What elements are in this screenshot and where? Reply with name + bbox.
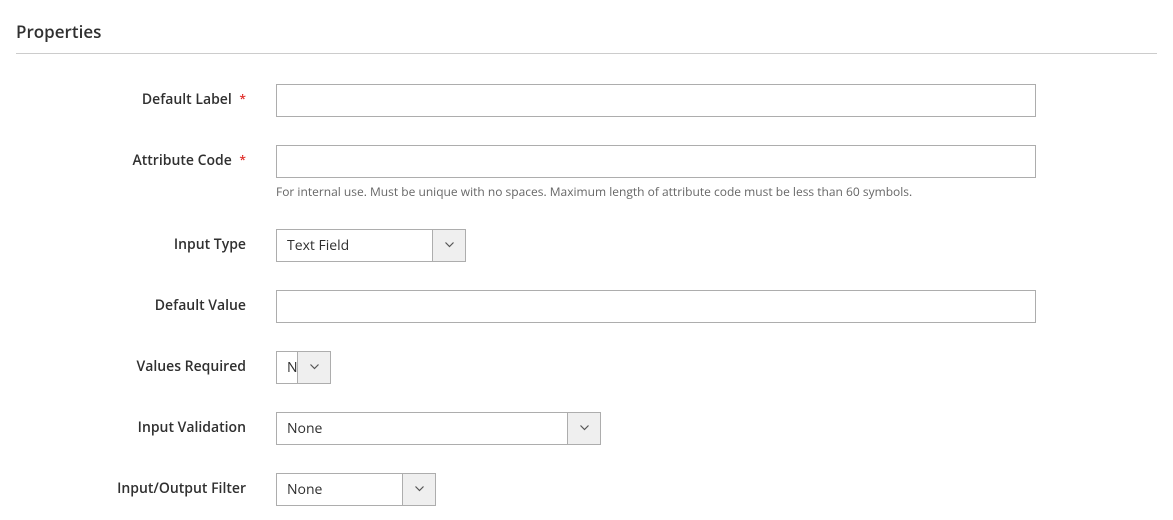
label-text: Default Value <box>155 296 246 315</box>
input-type-select[interactable]: Text Field <box>276 229 466 262</box>
control-attribute-code: For internal use. Must be unique with no… <box>276 145 1036 201</box>
attribute-code-input[interactable] <box>276 145 1036 178</box>
control-io-filter: None <box>276 473 1036 506</box>
input-validation-select[interactable]: None <box>276 412 601 445</box>
row-io-filter: Input/Output Filter None <box>16 473 1157 506</box>
chevron-down-icon <box>432 230 465 261</box>
section-title: Properties <box>16 20 1157 54</box>
io-filter-value: None <box>277 474 402 505</box>
chevron-down-icon <box>402 474 435 505</box>
control-input-validation: None <box>276 412 1036 445</box>
input-validation-value: None <box>277 413 567 444</box>
control-default-value <box>276 290 1036 323</box>
label-text: Input/Output Filter <box>117 479 246 498</box>
row-values-required: Values Required No <box>16 351 1157 384</box>
row-default-value: Default Value <box>16 290 1157 323</box>
label-values-required: Values Required <box>16 351 276 376</box>
label-text: Attribute Code <box>132 151 231 170</box>
attribute-code-note: For internal use. Must be unique with no… <box>276 184 1036 201</box>
label-default-label: Default Label * <box>16 84 276 109</box>
label-io-filter: Input/Output Filter <box>16 473 276 498</box>
chevron-down-icon <box>297 352 330 383</box>
properties-section: Properties Default Label * Attribute Cod… <box>0 0 1173 506</box>
required-asterisk: * <box>239 90 246 107</box>
default-value-input[interactable] <box>276 290 1036 323</box>
row-input-validation: Input Validation None <box>16 412 1157 445</box>
label-text: Input Validation <box>138 418 246 437</box>
chevron-down-icon <box>567 413 600 444</box>
label-text: Input Type <box>174 235 246 254</box>
label-input-type: Input Type <box>16 229 276 254</box>
control-values-required: No <box>276 351 1036 384</box>
label-default-value: Default Value <box>16 290 276 315</box>
input-type-value: Text Field <box>277 230 432 261</box>
row-default-label: Default Label * <box>16 84 1157 117</box>
label-text: Values Required <box>136 357 246 376</box>
io-filter-select[interactable]: None <box>276 473 436 506</box>
default-label-input[interactable] <box>276 84 1036 117</box>
control-input-type: Text Field <box>276 229 1036 262</box>
control-default-label <box>276 84 1036 117</box>
row-input-type: Input Type Text Field <box>16 229 1157 262</box>
label-text: Default Label <box>142 90 232 109</box>
required-asterisk: * <box>239 151 246 168</box>
values-required-select[interactable]: No <box>276 351 331 384</box>
label-attribute-code: Attribute Code * <box>16 145 276 170</box>
row-attribute-code: Attribute Code * For internal use. Must … <box>16 145 1157 201</box>
label-input-validation: Input Validation <box>16 412 276 437</box>
values-required-value: No <box>277 352 297 383</box>
